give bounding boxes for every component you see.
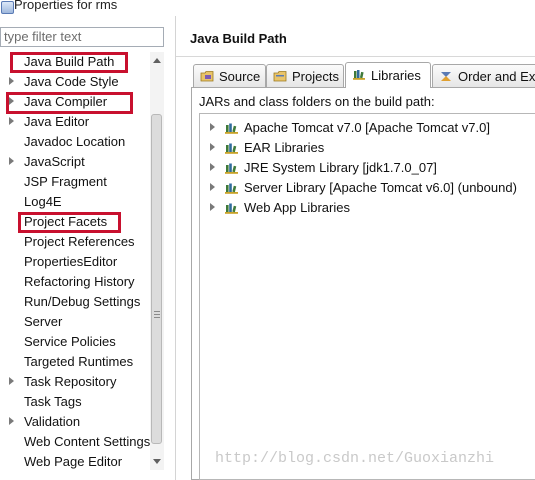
scrollbar-thumb[interactable] [151, 114, 162, 444]
tree-item-javadoc-location[interactable]: Javadoc Location [0, 132, 150, 152]
tree-item-label: JSP Fragment [24, 174, 107, 189]
tree-item-project-references[interactable]: Project References [0, 232, 150, 252]
expand-arrow-icon[interactable] [9, 77, 14, 85]
expand-arrow-icon[interactable] [210, 183, 215, 191]
grip-icon [154, 311, 160, 318]
tab-source[interactable]: Source [193, 64, 266, 87]
tree-item-label: PropertiesEditor [24, 254, 118, 269]
tree-item-java-code-style[interactable]: Java Code Style [0, 72, 150, 92]
tree-item-web-page-editor[interactable]: Web Page Editor [0, 452, 150, 472]
tree-item-label: Refactoring History [24, 274, 135, 289]
tree-item-label: Project References [24, 234, 135, 249]
pane-splitter[interactable] [175, 16, 176, 480]
filter-input[interactable] [1, 28, 162, 45]
library-item-label: JRE System Library [jdk1.7.0_07] [244, 160, 437, 175]
expand-arrow-icon[interactable] [9, 377, 14, 385]
scroll-down-icon[interactable] [153, 459, 161, 464]
library-icon [225, 143, 238, 154]
filter-field[interactable] [0, 27, 164, 47]
window-titlebar: Properties for rms [0, 0, 535, 16]
tree-item-propertieseditor[interactable]: PropertiesEditor [0, 252, 150, 272]
watermark: http://blog.csdn.net/Guoxianzhi [215, 450, 495, 467]
library-item-web-app-libraries[interactable]: Web App Libraries [200, 197, 530, 217]
tree-item-service-policies[interactable]: Service Policies [0, 332, 150, 352]
library-icon [225, 203, 238, 214]
libraries-list[interactable]: Apache Tomcat v7.0 [Apache Tomcat v7.0] E… [199, 113, 535, 480]
expand-arrow-icon[interactable] [9, 417, 14, 425]
library-icon [225, 183, 238, 194]
tree-item-task-tags[interactable]: Task Tags [0, 392, 150, 412]
library-item-jre-system-library-jdk1-7-0-07[interactable]: JRE System Library [jdk1.7.0_07] [200, 157, 530, 177]
title-separator [176, 56, 535, 57]
projects-icon [273, 71, 287, 82]
expand-arrow-icon[interactable] [9, 117, 14, 125]
highlight-box-java-compiler [6, 92, 133, 114]
tree-item-javascript[interactable]: JavaScript [0, 152, 150, 172]
tree-item-label: Server [24, 314, 63, 329]
tree-item-label: Java Code Style [24, 74, 119, 89]
expand-arrow-icon[interactable] [210, 123, 215, 131]
page-title: Java Build Path [190, 31, 287, 46]
tree-item-targeted-runtimes[interactable]: Targeted Runtimes [0, 352, 150, 372]
highlight-box-java-build-path [10, 52, 128, 73]
tree-item-label: Targeted Runtimes [24, 354, 134, 369]
tree-item-label: Service Policies [24, 334, 116, 349]
tree-item-label: Task Tags [24, 394, 82, 409]
tab-libraries-label: Libraries [371, 68, 421, 83]
tree-item-label: Validation [24, 414, 81, 429]
tab-libraries[interactable]: Libraries [345, 62, 431, 88]
library-icon [225, 163, 238, 174]
tree-item-java-editor[interactable]: Java Editor [0, 112, 150, 132]
libraries-heading: JARs and class folders on the build path… [199, 94, 435, 109]
tree-item-run-debug-settings[interactable]: Run/Debug Settings [0, 292, 150, 312]
tree-item-validation[interactable]: Validation [0, 412, 150, 432]
library-item-ear-libraries[interactable]: EAR Libraries [200, 137, 530, 157]
tree-item-web-content-settings[interactable]: Web Content Settings [0, 432, 150, 452]
order-export-icon [441, 72, 451, 81]
library-item-label: EAR Libraries [244, 140, 325, 155]
tree-item-refactoring-history[interactable]: Refactoring History [0, 272, 150, 292]
scroll-up-icon[interactable] [153, 58, 161, 63]
tree-item-label: Web Content Settings [24, 434, 150, 449]
tree-item-label: Web Page Editor [24, 454, 123, 469]
tab-projects-label: Projects [292, 69, 339, 84]
tree-item-label: Run/Debug Settings [24, 294, 141, 309]
tree-item-log4e[interactable]: Log4E [0, 192, 150, 212]
tab-source-label: Source [219, 69, 261, 84]
tree-item-label: Java Editor [24, 114, 90, 129]
tree-item-server[interactable]: Server [0, 312, 150, 332]
category-tree: Java Build Path Java Code Style Java Compi… [0, 52, 150, 472]
expand-arrow-icon[interactable] [9, 157, 14, 165]
tree-item-label: Task Repository [24, 374, 117, 389]
library-item-label: Web App Libraries [244, 200, 350, 215]
tree-scrollbar[interactable] [150, 52, 164, 470]
expand-arrow-icon[interactable] [210, 203, 215, 211]
libraries-icon [353, 70, 365, 80]
tree-item-label: Log4E [24, 194, 62, 209]
tab-order-and-export[interactable]: Order and Ex [432, 64, 535, 87]
library-item-label: Apache Tomcat v7.0 [Apache Tomcat v7.0] [244, 120, 490, 135]
source-folder-icon [200, 71, 214, 82]
library-item-apache-tomcat-v7-0-apache-tomcat-v7-0[interactable]: Apache Tomcat v7.0 [Apache Tomcat v7.0] [200, 117, 530, 137]
library-item-label: Server Library [Apache Tomcat v6.0] (unb… [244, 180, 517, 195]
tree-item-task-repository[interactable]: Task Repository [0, 372, 150, 392]
expand-arrow-icon[interactable] [210, 163, 215, 171]
highlight-box-project-facets [18, 212, 121, 233]
library-icon [225, 123, 238, 134]
expand-arrow-icon[interactable] [210, 143, 215, 151]
tree-item-jsp-fragment[interactable]: JSP Fragment [0, 172, 150, 192]
window-icon [1, 1, 14, 14]
tree-item-label: JavaScript [24, 154, 85, 169]
tree-item-label: Javadoc Location [24, 134, 126, 149]
window-title: Properties for rms [14, 0, 118, 12]
library-item-server-library-apache-tomcat-v6-0-unboun[interactable]: Server Library [Apache Tomcat v6.0] (unb… [200, 177, 530, 197]
tab-projects[interactable]: Projects [266, 64, 344, 87]
tab-order-and-export-label: Order and Ex [458, 69, 535, 84]
